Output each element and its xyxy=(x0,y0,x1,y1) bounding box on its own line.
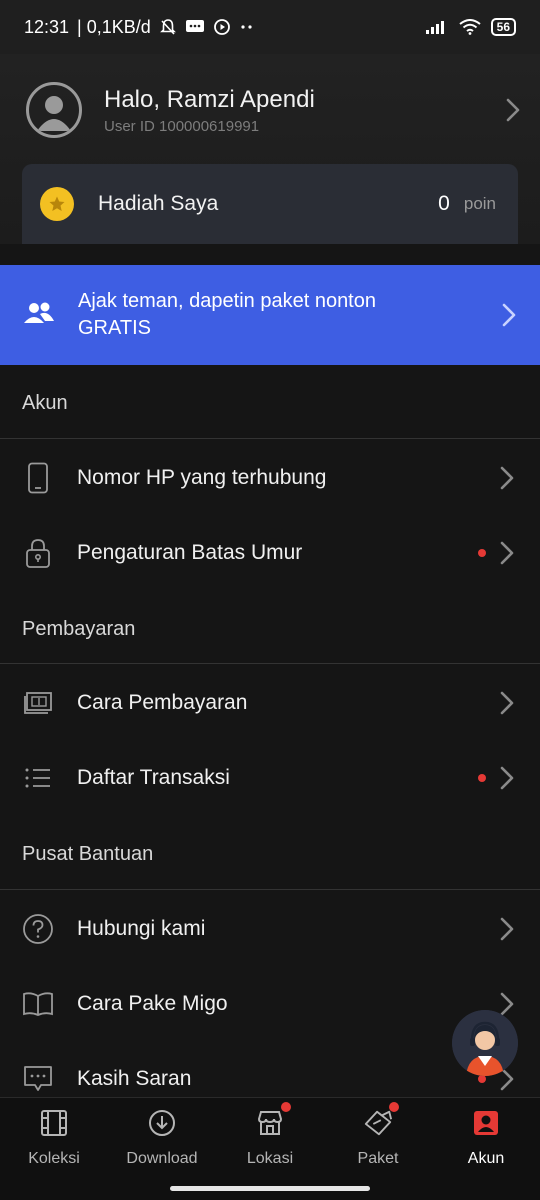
support-agent-button[interactable] xyxy=(452,1010,518,1076)
menu-label: Nomor HP yang terhubung xyxy=(77,466,327,489)
menu-label: Pengaturan Batas Umur xyxy=(77,541,303,564)
home-indicator[interactable] xyxy=(170,1186,370,1191)
rewards-card[interactable]: Hadiah Saya 0 poin xyxy=(22,164,518,244)
rewards-label: Hadiah Saya xyxy=(98,192,219,215)
profile-row[interactable]: Halo, Ramzi Apendi User ID 100000619991 xyxy=(26,80,520,140)
status-time: 12:31 xyxy=(24,16,70,37)
coin-star-icon xyxy=(40,187,74,221)
chevron-right-icon xyxy=(500,541,514,565)
nav-lokasi[interactable]: Lokasi xyxy=(216,1102,324,1174)
rewards-points: 0 xyxy=(438,192,450,215)
menu-label: Cara Pembayaran xyxy=(77,691,248,714)
chevron-right-icon xyxy=(506,98,520,122)
menu-item-cara-pembayaran[interactable]: Cara Pembayaran xyxy=(0,673,540,733)
friends-icon xyxy=(22,299,56,332)
notification-dot xyxy=(389,1102,399,1112)
user-id: User ID 100000619991 xyxy=(104,117,260,135)
nav-label: Koleksi xyxy=(28,1150,80,1167)
nav-label: Paket xyxy=(357,1150,399,1167)
chevron-right-icon xyxy=(500,992,514,1016)
menu-label: Daftar Transaksi xyxy=(77,766,230,789)
message-icon xyxy=(185,18,205,36)
menu-label: Hubungi kami xyxy=(77,917,206,940)
section-title-pembayaran: Pembayaran xyxy=(22,618,136,640)
divider xyxy=(0,438,540,439)
nav-akun[interactable]: Akun xyxy=(432,1108,540,1174)
notification-dot xyxy=(478,549,486,557)
menu-item-nomor-hp[interactable]: Nomor HP yang terhubung xyxy=(0,448,540,508)
support-agent-icon xyxy=(452,1010,518,1076)
nav-label: Lokasi xyxy=(246,1150,294,1167)
divider xyxy=(0,889,540,890)
help-icon xyxy=(22,913,54,945)
lock-icon xyxy=(22,537,54,569)
play-circle-icon xyxy=(213,18,231,36)
film-icon xyxy=(39,1108,69,1138)
chevron-right-icon xyxy=(502,303,516,327)
book-icon xyxy=(22,988,54,1020)
section-title-akun: Akun xyxy=(22,392,68,414)
notification-dot xyxy=(478,1075,486,1083)
notification-dot xyxy=(478,774,486,782)
chevron-right-icon xyxy=(500,691,514,715)
nav-download[interactable]: Download xyxy=(108,1108,216,1174)
menu-label: Cara Pake Migo xyxy=(77,992,228,1015)
profile-header: Halo, Ramzi Apendi User ID 100000619991 … xyxy=(0,54,540,244)
invite-banner[interactable]: Ajak teman, dapetin paket nonton GRATIS xyxy=(0,265,540,365)
ticket-icon xyxy=(363,1102,399,1138)
profile-greeting: Halo, Ramzi Apendi xyxy=(104,85,315,113)
menu-item-daftar-transaksi[interactable]: Daftar Transaksi xyxy=(0,748,540,808)
bell-muted-icon xyxy=(159,18,177,36)
account-icon xyxy=(471,1108,501,1138)
battery-indicator: 56 xyxy=(490,18,516,36)
status-bar: 12:31 | 0,1KB/d 56 xyxy=(0,0,540,54)
status-network-speed: | 0,1KB/d xyxy=(77,16,151,37)
signal-icon xyxy=(425,19,449,35)
list-icon xyxy=(22,762,54,794)
more-dots-icon xyxy=(239,24,255,30)
wifi-icon xyxy=(459,19,481,35)
menu-label: Kasih Saran xyxy=(77,1067,192,1090)
bottom-navigation: Koleksi Download Lokasi Paket Akun xyxy=(0,1097,540,1200)
section-title-bantuan: Pusat Bantuan xyxy=(22,843,154,865)
chat-icon xyxy=(22,1063,54,1095)
invite-text: Ajak teman, dapetin paket nonton GRATIS xyxy=(78,290,376,339)
chevron-right-icon xyxy=(500,466,514,490)
payment-icon xyxy=(22,687,54,719)
phone-icon xyxy=(22,462,54,494)
avatar xyxy=(26,82,82,138)
menu-item-batas-umur[interactable]: Pengaturan Batas Umur xyxy=(0,523,540,583)
rewards-unit: poin xyxy=(463,194,496,213)
nav-label: Download xyxy=(126,1150,198,1167)
notification-dot xyxy=(281,1102,291,1112)
nav-paket[interactable]: Paket xyxy=(324,1102,432,1174)
menu-item-hubungi-kami[interactable]: Hubungi kami xyxy=(0,899,540,959)
chevron-right-icon xyxy=(500,917,514,941)
nav-label: Akun xyxy=(467,1150,505,1167)
divider xyxy=(0,663,540,664)
chevron-right-icon xyxy=(500,766,514,790)
store-icon xyxy=(255,1102,291,1138)
nav-koleksi[interactable]: Koleksi xyxy=(0,1108,108,1174)
download-icon xyxy=(147,1108,177,1138)
